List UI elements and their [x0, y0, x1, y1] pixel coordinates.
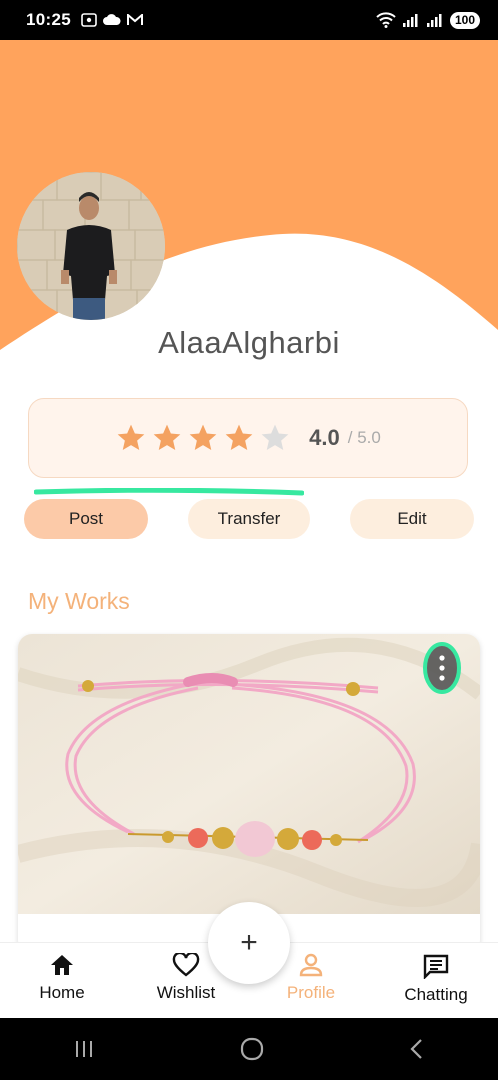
- screenshot-icon: [81, 13, 97, 27]
- avatar[interactable]: [17, 172, 165, 320]
- rating-card: 4.0 / 5.0: [28, 398, 468, 478]
- nav-item-home[interactable]: Home: [12, 953, 112, 1003]
- status-notification-icons: [81, 13, 143, 27]
- nav-label-home: Home: [39, 983, 85, 1002]
- wifi-icon: [376, 12, 396, 28]
- status-bar: 10:25 100: [0, 0, 498, 40]
- status-time: 10:25: [26, 10, 71, 29]
- more-options-icon[interactable]: [422, 640, 462, 696]
- star-filled-icon: [153, 424, 181, 450]
- rating-stars: [115, 422, 291, 454]
- add-button[interactable]: +: [208, 902, 290, 984]
- chat-icon: [423, 954, 449, 979]
- heart-icon: [172, 953, 200, 977]
- nav-item-chatting[interactable]: Chatting: [386, 953, 486, 1005]
- highlight-underline: [34, 488, 304, 496]
- status-system-icons: 100: [376, 11, 480, 29]
- cloud-icon: [102, 14, 121, 25]
- home-nav-icon[interactable]: [240, 1037, 264, 1061]
- signal-icon-2: [426, 14, 442, 27]
- my-works-title: My Works: [28, 588, 130, 614]
- transfer-button[interactable]: Transfer: [188, 499, 310, 539]
- system-navigation-bar: [0, 1018, 498, 1080]
- star-empty-icon: [261, 424, 289, 450]
- profile-screen: 10:25 100 AlaaAlgharbi 4.0 / 5.0 Post Tr…: [0, 0, 498, 1080]
- username: AlaaAlgharbi: [158, 325, 340, 360]
- nav-label-wishlist: Wishlist: [156, 983, 216, 1002]
- rating-value: 4.0: [309, 425, 340, 450]
- gmail-icon: [126, 14, 143, 25]
- back-icon[interactable]: [409, 1038, 425, 1060]
- nav-label-profile: Profile: [286, 983, 336, 1002]
- battery-indicator: 100: [449, 11, 480, 29]
- star-filled-icon: [117, 424, 145, 450]
- recent-apps-icon[interactable]: [73, 1039, 95, 1059]
- person-icon: [299, 953, 323, 977]
- rating-max: / 5.0: [347, 428, 381, 447]
- add-icon: +: [240, 926, 258, 959]
- home-icon: [51, 955, 73, 975]
- nav-label-chatting: Chatting: [404, 985, 468, 1004]
- star-filled-icon: [189, 424, 217, 450]
- star-filled-icon: [225, 424, 253, 450]
- work-image-bracelet: [18, 634, 480, 914]
- post-button[interactable]: Post: [24, 499, 148, 539]
- edit-button[interactable]: Edit: [350, 499, 474, 539]
- avatar-photo: [17, 172, 165, 320]
- signal-icon: [402, 14, 418, 27]
